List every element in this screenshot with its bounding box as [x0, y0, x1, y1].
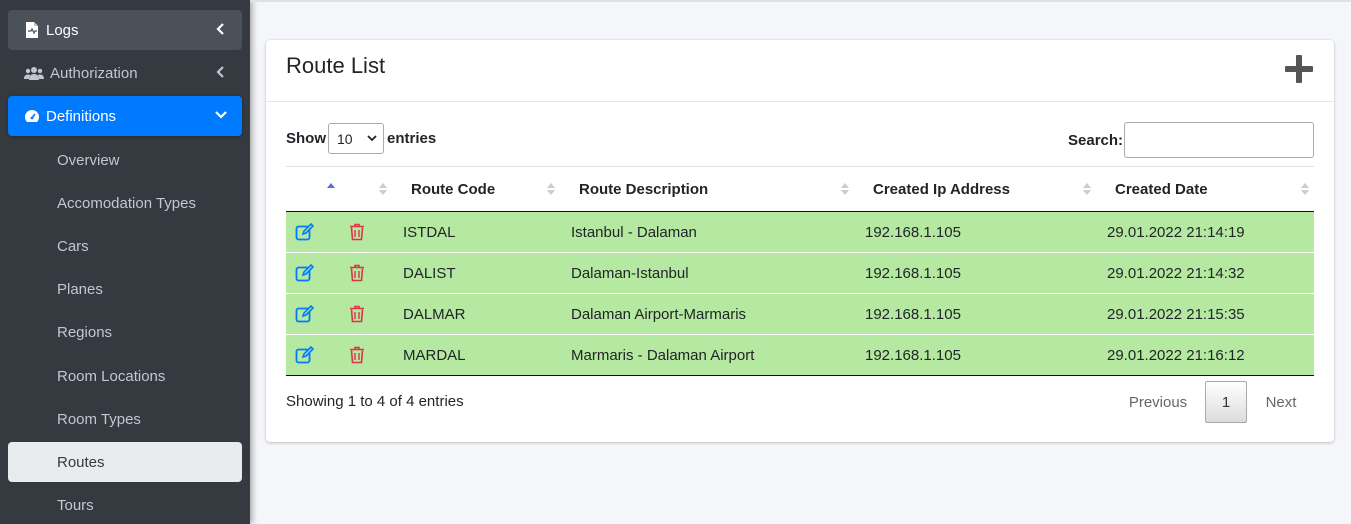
sidebar-item-definitions[interactable]: Definitions	[8, 96, 242, 136]
table-row: DALMAR Dalaman Airport-Marmaris 192.168.…	[286, 294, 1314, 335]
column-header-delete[interactable]	[346, 167, 392, 212]
page-length-select[interactable]: 10	[328, 123, 384, 154]
route-code-cell: MARDAL	[403, 346, 466, 364]
sidebar-subitem-routes[interactable]: Routes	[8, 442, 242, 482]
sidebar-subitem-label: Room Locations	[57, 367, 166, 385]
sort-icon	[1301, 183, 1309, 195]
routes-table: Route Code Route Description Created Ip …	[286, 166, 1314, 376]
sort-icon	[547, 183, 555, 195]
column-header-route-code[interactable]: Route Code	[392, 167, 560, 212]
sidebar-subitem-label: Tours	[57, 496, 94, 514]
chevron-left-icon	[214, 65, 228, 79]
table-row: ISTDAL Istanbul - Dalaman 192.168.1.105 …	[286, 212, 1314, 253]
plus-icon	[1285, 55, 1313, 83]
users-icon	[24, 65, 44, 81]
sidebar-subitem-label: Routes	[57, 453, 105, 471]
created-date-cell: 29.01.2022 21:15:35	[1107, 305, 1245, 323]
sidebar-subitem-label: Regions	[57, 323, 113, 341]
column-header-created-ip[interactable]: Created Ip Address	[854, 167, 1096, 212]
table-row: DALIST Dalaman-Istanbul 192.168.1.105 29…	[286, 253, 1314, 294]
add-route-button[interactable]	[1284, 54, 1314, 84]
sidebar-subitem-tours[interactable]: Tours	[8, 485, 242, 524]
route-description-cell: Dalaman-Istanbul	[571, 264, 689, 282]
edit-icon[interactable]	[295, 264, 315, 282]
route-code-cell: DALIST	[403, 264, 456, 282]
previous-page-button[interactable]: Previous	[1116, 381, 1200, 423]
edit-icon[interactable]	[295, 223, 315, 241]
sidebar-subitem-label: Accomodation Types	[57, 194, 196, 212]
trash-icon[interactable]	[349, 305, 365, 323]
table-header: Route Code Route Description Created Ip …	[286, 166, 1314, 212]
sidebar-subitem-room-locations[interactable]: Room Locations	[8, 356, 242, 396]
sort-icon	[841, 183, 849, 195]
page-1-button[interactable]: 1	[1205, 381, 1247, 423]
sort-icon	[379, 183, 387, 195]
sidebar-subitem-label: Cars	[57, 237, 89, 255]
created-ip-cell: 192.168.1.105	[865, 223, 961, 241]
sidebar-subitem-regions[interactable]: Regions	[8, 312, 242, 352]
sidebar-item-authorization[interactable]: Authorization	[8, 53, 242, 93]
sidebar-subitem-label: Overview	[57, 151, 120, 169]
column-header-label: Route Description	[579, 181, 709, 198]
sidebar-subitem-accomodation-types[interactable]: Accomodation Types	[8, 183, 242, 223]
column-header-label: Route Code	[411, 181, 496, 198]
search-label: Search:	[1068, 132, 1124, 149]
sidebar: Logs Authorization Definitions Overview …	[0, 0, 250, 524]
column-header-label: Created Ip Address	[873, 181, 1010, 198]
column-header-route-description[interactable]: Route Description	[560, 167, 854, 212]
top-divider	[250, 0, 1351, 2]
created-date-cell: 29.01.2022 21:14:32	[1107, 264, 1245, 282]
sidebar-subitem-label: Room Types	[57, 410, 141, 428]
file-icon	[24, 22, 40, 38]
route-code-cell: DALMAR	[403, 305, 466, 323]
sidebar-item-logs[interactable]: Logs	[8, 10, 242, 50]
chevron-left-icon	[214, 22, 228, 36]
sidebar-subitem-label: Planes	[57, 280, 103, 298]
column-header-created-date[interactable]: Created Date	[1096, 167, 1314, 212]
sidebar-subitem-planes[interactable]: Planes	[8, 269, 242, 309]
column-header-edit[interactable]	[286, 167, 346, 212]
show-label: Show	[286, 130, 326, 147]
trash-icon[interactable]	[349, 346, 365, 364]
sidebar-item-label: Logs	[46, 21, 79, 39]
sidebar-subitem-cars[interactable]: Cars	[8, 226, 242, 266]
next-page-button[interactable]: Next	[1251, 381, 1311, 423]
created-date-cell: 29.01.2022 21:16:12	[1107, 346, 1245, 364]
edit-icon[interactable]	[295, 305, 315, 323]
chevron-down-icon	[367, 135, 377, 142]
page-length-value: 10	[337, 130, 353, 147]
trash-icon[interactable]	[349, 223, 365, 241]
card-header: Route List	[266, 40, 1334, 102]
created-ip-cell: 192.168.1.105	[865, 346, 961, 364]
dashboard-icon	[24, 108, 40, 124]
sidebar-item-label: Definitions	[46, 107, 117, 125]
sidebar-subitem-room-types[interactable]: Room Types	[8, 399, 242, 439]
route-code-cell: ISTDAL	[403, 223, 456, 241]
created-ip-cell: 192.168.1.105	[865, 305, 961, 323]
search-input[interactable]	[1124, 122, 1314, 158]
route-description-cell: Dalaman Airport-Marmaris	[571, 305, 747, 323]
table-row: MARDAL Marmaris - Dalaman Airport 192.16…	[286, 335, 1314, 376]
route-list-card: Route List Show 10 entries Search: Route…	[266, 40, 1334, 442]
column-header-label: Created Date	[1115, 181, 1208, 198]
table-info: Showing 1 to 4 of 4 entries	[286, 393, 464, 410]
sidebar-subitem-overview[interactable]: Overview	[8, 140, 242, 180]
created-date-cell: 29.01.2022 21:14:19	[1107, 223, 1245, 241]
route-description-cell: Istanbul - Dalaman	[571, 223, 697, 241]
sort-asc-icon	[327, 183, 335, 188]
route-description-cell: Marmaris - Dalaman Airport	[571, 346, 755, 364]
sidebar-item-label: Authorization	[50, 64, 138, 82]
entries-label: entries	[387, 130, 437, 147]
chevron-down-icon	[214, 108, 228, 122]
trash-icon[interactable]	[349, 264, 365, 282]
sort-icon	[1083, 183, 1091, 195]
page-title: Route List	[286, 53, 386, 78]
created-ip-cell: 192.168.1.105	[865, 264, 961, 282]
edit-icon[interactable]	[295, 346, 315, 364]
